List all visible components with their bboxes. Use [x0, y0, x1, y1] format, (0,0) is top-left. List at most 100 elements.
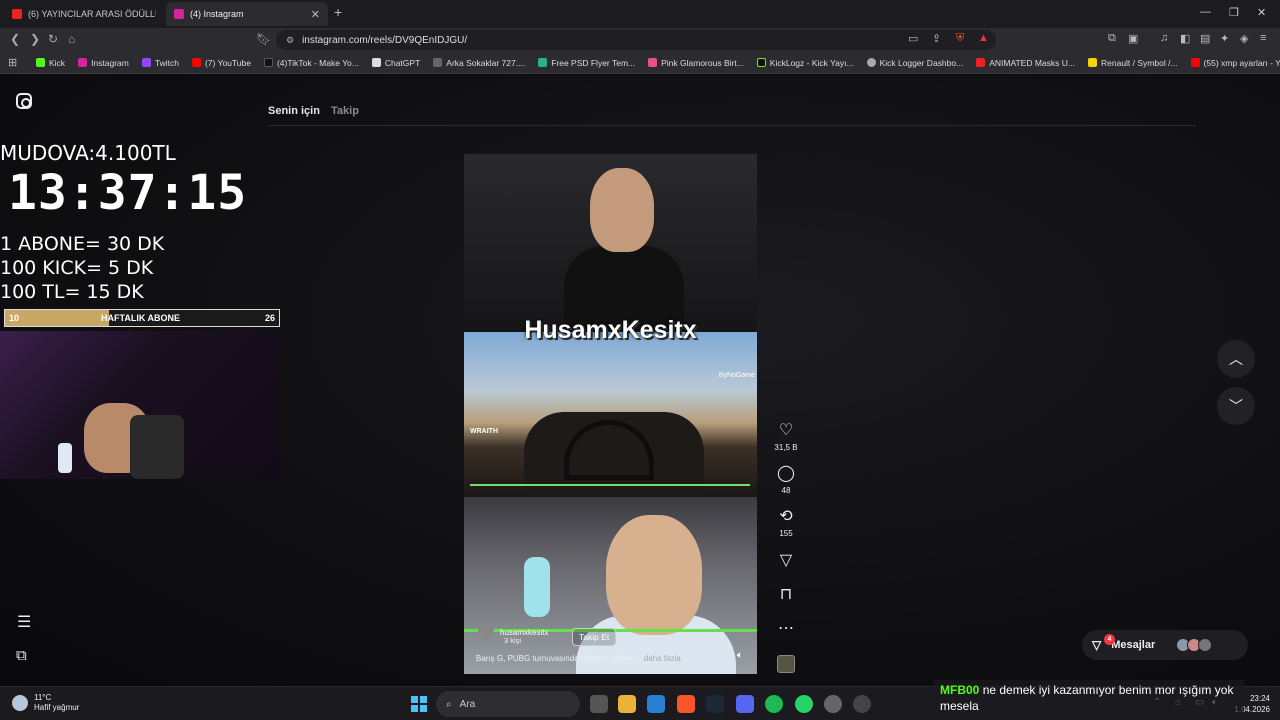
- tab-title: (6) YAYINCILAR ARASI ÖDÜLLÜ TURN: [28, 9, 156, 19]
- task-view-icon[interactable]: [590, 695, 608, 713]
- bookmark-item[interactable]: (55) xmp ayarları - Y...: [1190, 58, 1280, 68]
- goal-target: 26: [264, 313, 275, 323]
- discord-icon[interactable]: [736, 695, 754, 713]
- start-button[interactable]: [411, 696, 427, 712]
- tab-for-you[interactable]: Senin için: [268, 105, 320, 117]
- like-action[interactable]: ♡ 31,5 B: [772, 422, 800, 452]
- instagram-favicon-icon: [174, 9, 184, 19]
- new-tab-button[interactable]: +: [334, 4, 342, 20]
- message-avatars: [1176, 638, 1213, 652]
- site-info-icon[interactable]: ⚙: [286, 35, 294, 46]
- bookmark-item[interactable]: ChatGPT: [371, 58, 420, 68]
- brave-shield-icon[interactable]: ⛨: [956, 32, 964, 45]
- whatsapp-icon[interactable]: [795, 695, 813, 713]
- leo-ai-icon[interactable]: ✦: [1220, 32, 1229, 45]
- bookmark-item[interactable]: Free PSD Flyer Tem...: [538, 58, 635, 68]
- overlay-timer: 13:37:15: [8, 165, 248, 221]
- bookmark-item[interactable]: Renault / Symbol /...: [1088, 58, 1178, 68]
- tab-instagram[interactable]: (4) Instagram ✕: [166, 2, 328, 26]
- comment-icon[interactable]: ◯: [772, 465, 800, 483]
- wallet-icon[interactable]: ▤: [1200, 32, 1210, 45]
- url-field[interactable]: ⚙ instagram.com/reels/DV9QEnIDJGU/: [276, 30, 996, 50]
- spotify-icon[interactable]: [765, 695, 783, 713]
- bookmark-item[interactable]: Pink Glamorous Birt...: [648, 58, 744, 68]
- app-icon[interactable]: [824, 695, 842, 713]
- repost-icon[interactable]: ⟲: [772, 508, 800, 526]
- taskbar-search[interactable]: ⌕ Ara: [436, 691, 580, 717]
- messages-button[interactable]: ▽ 4 Mesajlar: [1082, 630, 1248, 660]
- cast-icon[interactable]: ▭: [908, 32, 918, 45]
- rewards-icon[interactable]: ▲: [978, 32, 989, 44]
- close-window-button[interactable]: ✕: [1257, 6, 1266, 19]
- audio-thumbnail[interactable]: [777, 655, 795, 673]
- follow-button[interactable]: Takip Et: [572, 628, 617, 646]
- weather-widget[interactable]: 11°C Hafif yağmur: [12, 693, 79, 713]
- steam-icon[interactable]: [706, 695, 724, 713]
- share-action[interactable]: ▽: [772, 552, 800, 570]
- tiktok-icon: [263, 58, 273, 67]
- next-reel-button[interactable]: ﹀: [1217, 387, 1255, 425]
- meta-apps-icon[interactable]: ⧉: [16, 647, 27, 664]
- send-icon: ▽: [1092, 638, 1102, 652]
- kicklogz-icon: [756, 58, 766, 67]
- bookmark-item[interactable]: ANIMATED Masks U...: [976, 58, 1075, 68]
- bookmark-page-icon[interactable]: 🔖︎: [256, 32, 271, 46]
- settings-icon[interactable]: [853, 695, 871, 713]
- reel-caption[interactable]: Barış G, PUBG turnuvasında Hüsam'ı izliy…: [476, 654, 681, 663]
- bookmark-icon[interactable]: ⊓: [772, 586, 800, 604]
- bookmark-item[interactable]: (7) YouTube: [191, 58, 251, 68]
- mute-icon[interactable]: 🔈︎: [737, 650, 743, 661]
- heart-icon[interactable]: ♡: [772, 422, 800, 440]
- tab-tournament[interactable]: (6) YAYINCILAR ARASI ÖDÜLLÜ TURN: [4, 2, 164, 26]
- previous-reel-button[interactable]: ︿: [1217, 340, 1255, 378]
- chevron-down-icon: ﹀: [1229, 398, 1243, 414]
- more-options[interactable]: ⋯: [772, 620, 800, 638]
- brave-browser-icon[interactable]: [677, 695, 695, 713]
- bookmark-item[interactable]: Arka Sokaklar 727....: [433, 58, 525, 68]
- bookmark-item[interactable]: Kick: [36, 58, 65, 68]
- minimize-button[interactable]: —: [1200, 6, 1211, 18]
- game-hud-bar: [470, 484, 750, 486]
- like-count: 31,5 B: [774, 443, 798, 452]
- share-icon[interactable]: ⇪: [932, 32, 941, 45]
- tab-following[interactable]: Takip: [331, 105, 359, 117]
- sidebar-icon[interactable]: ◧: [1180, 32, 1190, 45]
- instagram-logo-icon[interactable]: [16, 93, 32, 109]
- weather-desc: Hafif yağmur: [34, 703, 80, 712]
- reload-icon[interactable]: ↻: [48, 32, 58, 46]
- vpn-icon[interactable]: ◈: [1240, 32, 1248, 45]
- forward-icon[interactable]: ❯: [30, 32, 40, 46]
- avatar[interactable]: [478, 624, 494, 640]
- stream-chat-message: MFB00 ne demek iyi kazanmıyor benim mor …: [934, 680, 1244, 716]
- restore-button[interactable]: ❐: [1229, 6, 1239, 19]
- bookmark-item[interactable]: KickLogz - Kick Yayı...: [756, 58, 854, 68]
- comment-action[interactable]: ◯ 48: [772, 465, 800, 495]
- more-link[interactable]: daha fazla: [644, 654, 681, 663]
- repost-action[interactable]: ⟲ 155: [772, 508, 800, 538]
- chat-text: ne demek iyi kazanmıyor benim mor ışığım…: [940, 683, 1234, 713]
- bookmark-item[interactable]: Twitch: [141, 58, 179, 68]
- bookmark-item[interactable]: Instagram: [78, 58, 129, 68]
- bookmark-item[interactable]: Kick Logger Dashbo...: [866, 58, 963, 68]
- extensions-icon[interactable]: ⧉: [1108, 32, 1116, 45]
- close-tab-icon[interactable]: ✕: [311, 8, 320, 21]
- chevron-up-icon: ︿: [1229, 351, 1243, 367]
- file-explorer-icon[interactable]: [618, 695, 636, 713]
- store-icon[interactable]: [647, 695, 665, 713]
- send-icon[interactable]: ▽: [772, 552, 800, 570]
- bookmark-item[interactable]: (4)TikTok - Make Yo...: [263, 58, 359, 68]
- media-icon[interactable]: ♫: [1160, 32, 1168, 44]
- url-text: instagram.com/reels/DV9QEnIDJGU/: [302, 34, 468, 46]
- save-action[interactable]: ⊓: [772, 586, 800, 604]
- youtube-icon: [191, 58, 201, 67]
- reel-video[interactable]: WRAITH ByNoGame HusamxKesitx husamxkesit…: [464, 154, 757, 674]
- apps-grid-icon[interactable]: ⊞: [8, 56, 17, 69]
- screenshot-icon[interactable]: ▣: [1128, 32, 1138, 45]
- back-icon[interactable]: ❮: [10, 32, 20, 46]
- more-dots-icon[interactable]: ⋯: [772, 620, 800, 638]
- menu-icon[interactable]: ≡: [1260, 32, 1266, 44]
- search-icon: ⌕: [446, 698, 452, 710]
- flyer-icon: [538, 58, 548, 67]
- home-icon[interactable]: ⌂: [68, 32, 75, 46]
- more-menu-icon[interactable]: ☰: [17, 612, 31, 632]
